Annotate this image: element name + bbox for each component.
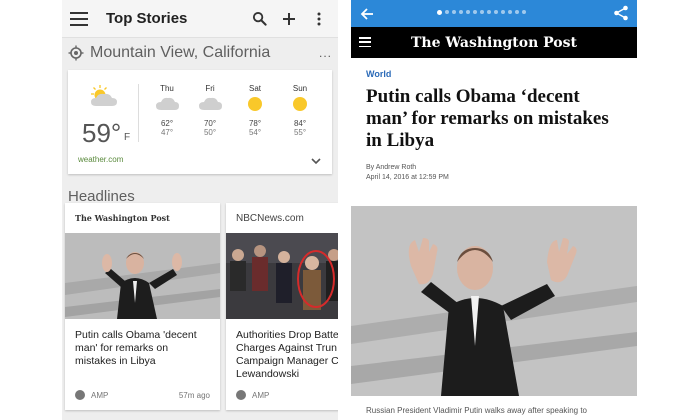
card-headline: Authorities Drop Batte Charges Against T… [236, 329, 338, 380]
pager-dot[interactable] [494, 10, 498, 14]
forecast-high: 84° [293, 119, 307, 128]
share-icon[interactable] [613, 5, 629, 21]
pager-dot[interactable] [473, 10, 477, 14]
headline-cards: The Washington Post Putin calls Obama 'd… [65, 203, 338, 420]
add-icon[interactable] [278, 8, 300, 30]
sunny-icon [248, 97, 262, 111]
page-title: Top Stories [106, 10, 188, 27]
overflow-menu-icon[interactable] [308, 8, 330, 30]
pager-dot[interactable] [487, 10, 491, 14]
menu-icon[interactable] [359, 37, 371, 47]
weather-source-link[interactable]: weather.com [78, 155, 123, 164]
location-target-icon [68, 45, 84, 61]
pager-dot[interactable] [508, 10, 512, 14]
amp-icon [236, 390, 246, 400]
card-footer: AMP [226, 383, 338, 407]
pager-dot[interactable] [480, 10, 484, 14]
weather-divider [138, 84, 139, 142]
pager-dot[interactable] [437, 9, 442, 15]
forecast-day-label: Thu [160, 84, 174, 93]
menu-icon[interactable] [70, 11, 88, 26]
forecast-day: Thu 62° 47° [147, 84, 187, 137]
weather-card[interactable]: 59° F Thu 62° 47° Fri 70° 50° Sat 78° 54… [68, 70, 332, 174]
forecast-day: Fri 70° 50° [190, 84, 230, 137]
forecast-day: Sun 84° 55° [280, 84, 320, 137]
section-link[interactable]: World [351, 58, 637, 79]
current-temperature: 59° [82, 118, 122, 148]
forecast-high: 62° [160, 119, 174, 128]
card-publisher: NBCNews.com [236, 212, 304, 224]
amp-article-screen: The Washington Post World Putin calls Ob… [351, 0, 637, 420]
location-name: Mountain View, California [90, 44, 271, 61]
search-icon[interactable] [248, 8, 270, 30]
publisher-logo[interactable]: The Washington Post [351, 35, 637, 51]
article-photo [351, 206, 637, 396]
forecast-day-label: Sat [248, 84, 261, 93]
forecast-day-label: Fri [205, 84, 215, 93]
publisher-header: The Washington Post [351, 27, 637, 58]
back-arrow-icon[interactable] [359, 6, 375, 22]
article-headline: Putin calls Obama ‘decent man’ for remar… [366, 86, 609, 151]
partly-sunny-icon [91, 85, 117, 106]
cloudy-icon [199, 97, 222, 110]
forecast-low: 55° [293, 128, 307, 137]
location-more-icon[interactable]: ... [319, 46, 332, 60]
forecast-high: 78° [248, 119, 262, 128]
pager-dot[interactable] [522, 10, 526, 14]
card-time: 57m ago [178, 390, 210, 400]
carousel-pager[interactable] [437, 9, 529, 15]
photo-caption: Russian President Vladimir Putin walks a… [366, 406, 587, 415]
pager-dot[interactable] [459, 10, 463, 14]
pager-dot[interactable] [452, 10, 456, 14]
amp-badge: AMP [252, 390, 270, 400]
card-headline: Putin calls Obama 'decent man' for remar… [75, 329, 197, 367]
sunny-icon [293, 97, 307, 111]
cloudy-icon [156, 97, 179, 110]
news-card[interactable]: The Washington Post Putin calls Obama 'd… [65, 203, 220, 410]
forecast-day: Sat 78° 54° [235, 84, 275, 137]
forecast-low: 50° [203, 128, 217, 137]
news-card[interactable]: NBCNews.com Authorities Drop Batte Charg… [226, 203, 338, 410]
app-bar: Top Stories [62, 0, 338, 38]
card-publisher: The Washington Post [75, 213, 170, 223]
forecast-low: 47° [160, 128, 174, 137]
news-photo [226, 233, 338, 319]
amp-viewer-bar [351, 0, 637, 27]
amp-icon [75, 390, 85, 400]
pager-dot[interactable] [466, 10, 470, 14]
pager-dot[interactable] [445, 10, 449, 14]
chevron-down-icon[interactable] [310, 156, 322, 166]
forecast-high: 70° [203, 119, 217, 128]
article-date: April 14, 2016 at 12:59 PM [366, 174, 449, 181]
temperature-unit: F [124, 132, 131, 143]
amp-badge: AMP [91, 390, 109, 400]
news-app-screen: Top Stories Mountain View, California ..… [62, 0, 338, 420]
card-footer: AMP 57m ago [65, 383, 220, 407]
news-photo [65, 233, 220, 319]
location-header: Mountain View, California ... [62, 38, 338, 68]
article-byline: By Andrew Roth [366, 164, 417, 171]
pager-dot[interactable] [515, 10, 519, 14]
forecast-low: 54° [248, 128, 262, 137]
pager-dot[interactable] [501, 10, 505, 14]
forecast-day-label: Sun [292, 84, 308, 93]
